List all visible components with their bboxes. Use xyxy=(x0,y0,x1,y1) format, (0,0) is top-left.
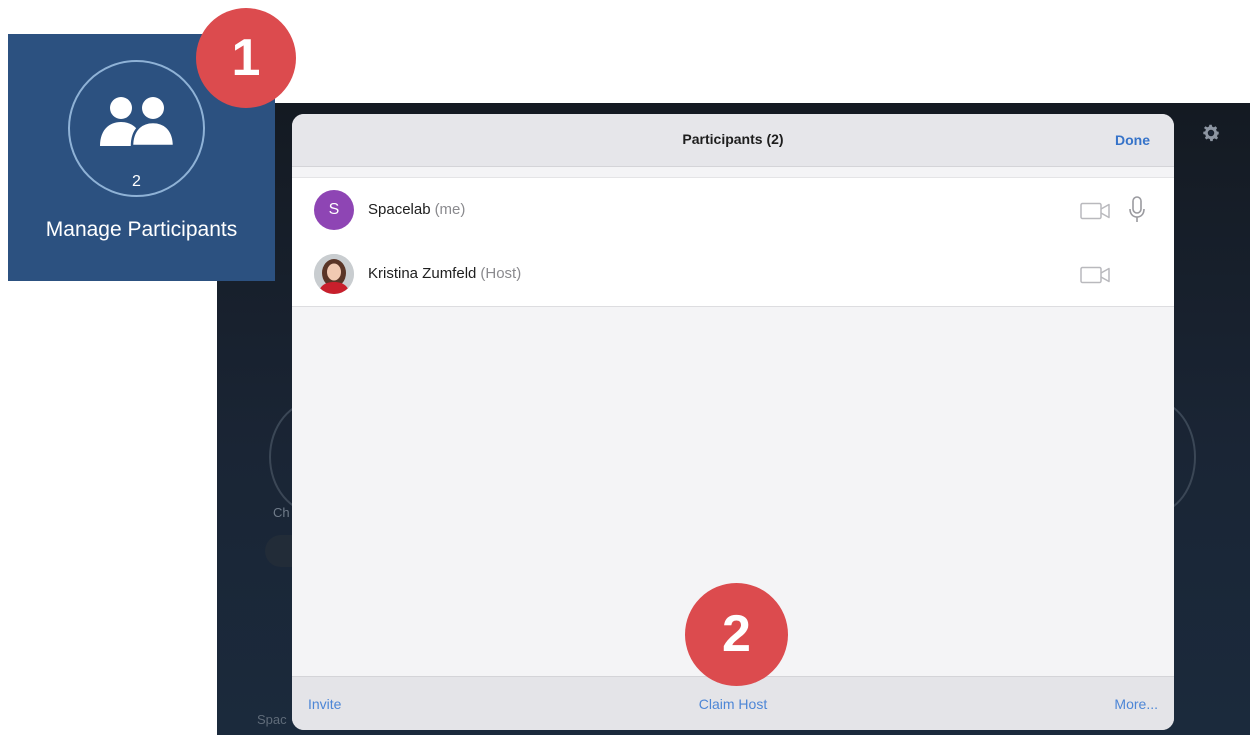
participant-row[interactable]: Kristina Zumfeld (Host) xyxy=(292,242,1174,307)
participant-name: Kristina Zumfeld (Host) xyxy=(368,265,521,282)
participant-name-text: Spacelab xyxy=(368,201,431,218)
participant-role: (me) xyxy=(434,201,466,218)
video-off-icon[interactable] xyxy=(1080,266,1111,284)
done-button[interactable]: Done xyxy=(1115,132,1150,148)
gear-icon[interactable] xyxy=(1200,122,1222,144)
participants-icon xyxy=(100,97,176,146)
claim-host-button[interactable]: Claim Host xyxy=(292,696,1174,712)
participant-name: Spacelab (me) xyxy=(368,201,465,218)
dialog-header: Participants (2) Done xyxy=(292,114,1174,167)
background-label-left: Ch xyxy=(273,505,290,520)
avatar xyxy=(314,254,354,294)
step-marker-1: 1 xyxy=(196,8,296,108)
video-off-icon[interactable] xyxy=(1080,202,1111,220)
participant-count: 2 xyxy=(132,173,141,190)
microphone-icon[interactable] xyxy=(1128,196,1146,224)
dialog-title: Participants (2) xyxy=(682,131,784,147)
participants-circle: 2 xyxy=(68,60,205,197)
participant-row[interactable]: S Spacelab (me) xyxy=(292,177,1174,243)
participant-role: (Host) xyxy=(480,265,522,282)
more-button[interactable]: More... xyxy=(1114,696,1158,712)
avatar: S xyxy=(314,190,354,230)
avatar-photo-icon xyxy=(314,254,354,294)
step-marker-2: 2 xyxy=(685,583,788,686)
manage-participants-label: Manage Participants xyxy=(45,218,238,241)
participant-name-text: Kristina Zumfeld xyxy=(368,265,477,282)
background-label-bottom: Spac xyxy=(257,712,287,727)
